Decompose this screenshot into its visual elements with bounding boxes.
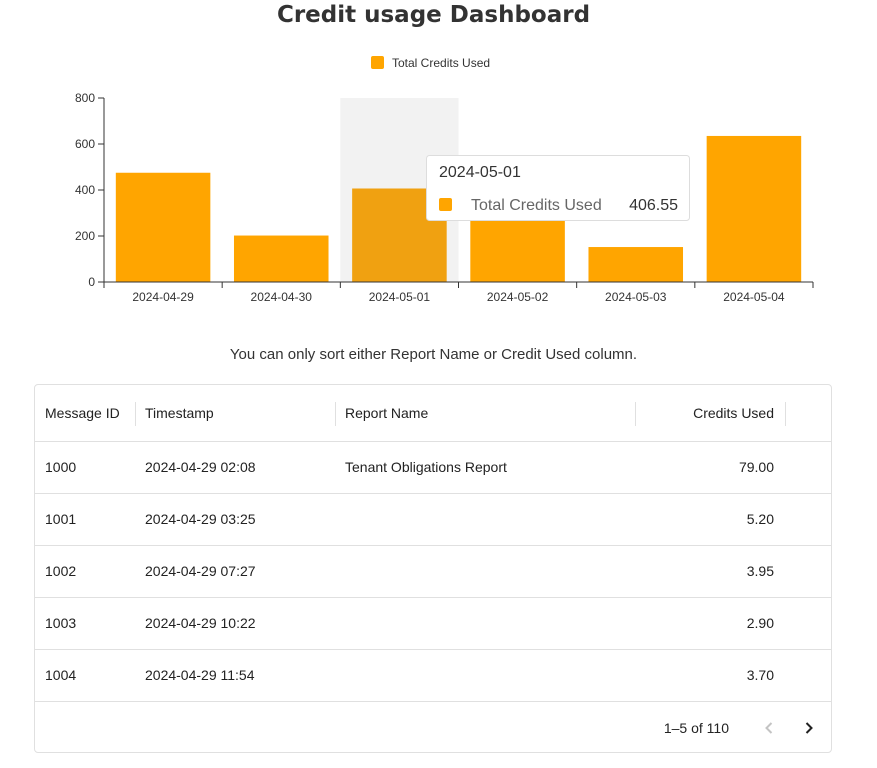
column-separator[interactable] xyxy=(335,402,336,426)
cell-message-id: 1004 xyxy=(45,667,77,683)
tooltip-value: 406.55 xyxy=(629,197,678,214)
cell-message-id: 1003 xyxy=(45,615,77,631)
credits-bar-chart: Total Credits Used 0 200 400 600 800 2024-04-2… xyxy=(75,56,814,304)
x-tick-label: 2024-05-04 xyxy=(723,290,785,304)
bar xyxy=(706,135,802,282)
column-separator[interactable] xyxy=(785,402,786,426)
next-page-button[interactable] xyxy=(791,710,827,746)
table-row[interactable]: 1002 2024-04-29 07:27 3.95 xyxy=(35,546,831,598)
y-tick-label: 600 xyxy=(75,137,95,151)
sort-note: You can only sort either Report Name or … xyxy=(229,346,638,363)
pagination-info: 1–5 of 110 xyxy=(663,720,729,736)
cell-report-name: Tenant Obligations Report xyxy=(345,459,507,475)
column-header-credits-used[interactable]: Credits Used xyxy=(693,385,774,441)
y-tick-label: 400 xyxy=(75,183,95,197)
y-tick-label: 800 xyxy=(75,91,95,105)
bar xyxy=(470,219,565,282)
table-row[interactable]: 1000 2024-04-29 02:08 Tenant Obligations… xyxy=(35,442,831,494)
x-tick-label: 2024-05-01 xyxy=(369,290,431,304)
cell-timestamp: 2024-04-29 11:54 xyxy=(145,667,255,683)
y-tick-label: 200 xyxy=(75,229,95,243)
table-row[interactable]: 1001 2024-04-29 03:25 5.20 xyxy=(35,494,831,546)
cell-timestamp: 2024-04-29 02:08 xyxy=(145,459,256,475)
cell-credits-used: 3.70 xyxy=(746,667,774,683)
cell-credits-used: 3.95 xyxy=(746,563,774,579)
legend-swatch xyxy=(371,56,384,69)
column-separator[interactable] xyxy=(635,402,636,426)
cell-credits-used: 2.90 xyxy=(746,615,774,631)
table-pagination: 1–5 of 110 xyxy=(35,702,831,754)
bar xyxy=(115,172,211,282)
column-header-report-name[interactable]: Report Name xyxy=(345,385,428,441)
tooltip-swatch xyxy=(439,198,452,211)
cell-timestamp: 2024-04-29 10:22 xyxy=(145,615,256,631)
x-tick-label: 2024-04-30 xyxy=(251,290,313,304)
chevron-left-icon xyxy=(765,722,773,734)
y-tick-label: 0 xyxy=(88,275,95,289)
tooltip-series-name: Total Credits Used xyxy=(471,197,602,214)
bar xyxy=(233,235,329,282)
bar xyxy=(588,247,684,282)
cell-credits-used: 5.20 xyxy=(746,511,774,527)
cell-message-id: 1000 xyxy=(45,459,77,475)
cell-message-id: 1002 xyxy=(45,563,77,579)
x-tick-label: 2024-04-29 xyxy=(132,290,194,304)
column-header-message-id[interactable]: Message ID xyxy=(45,385,120,441)
cell-credits-used: 79.00 xyxy=(738,459,774,475)
cell-timestamp: 2024-04-29 07:27 xyxy=(145,563,256,579)
x-tick-label: 2024-05-03 xyxy=(605,290,667,304)
column-header-timestamp[interactable]: Timestamp xyxy=(145,385,214,441)
x-tick-label: 2024-05-02 xyxy=(487,290,549,304)
previous-page-button[interactable] xyxy=(751,710,787,746)
tooltip-title: 2024-05-01 xyxy=(439,164,521,181)
credits-table: Message ID Timestamp Report Name Credits… xyxy=(34,384,832,753)
table-header: Message ID Timestamp Report Name Credits… xyxy=(35,385,831,442)
cell-message-id: 1001 xyxy=(45,511,77,527)
cell-timestamp: 2024-04-29 03:25 xyxy=(145,511,256,527)
page-title: Credit usage Dashboard xyxy=(276,2,591,28)
column-separator[interactable] xyxy=(135,402,136,426)
table-row[interactable]: 1004 2024-04-29 11:54 3.70 xyxy=(35,650,831,702)
table-row[interactable]: 1003 2024-04-29 10:22 2.90 xyxy=(35,598,831,650)
chevron-right-icon xyxy=(805,722,813,734)
legend-label: Total Credits Used xyxy=(392,56,490,70)
